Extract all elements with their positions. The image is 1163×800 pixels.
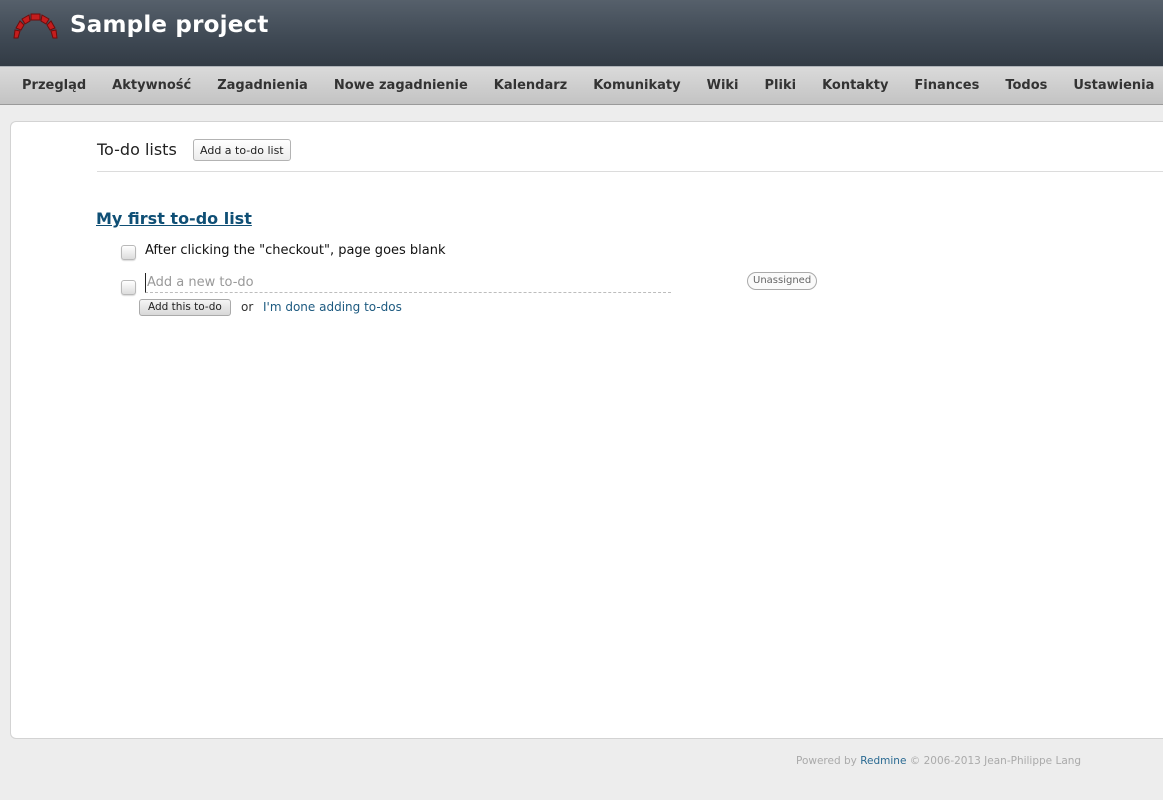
menu-item-new-issue[interactable]: Nowe zagadnienie: [321, 78, 481, 93]
page-heading: To-do lists Add a to-do list: [97, 139, 1163, 172]
todo-list-title[interactable]: My first to-do list: [96, 209, 252, 228]
menu-item-todos[interactable]: Todos: [992, 78, 1060, 93]
footer: Powered by Redmine © 2006-2013 Jean-Phil…: [796, 755, 1081, 767]
new-todo-input[interactable]: [145, 273, 671, 293]
add-todo-button[interactable]: Add this to-do: [139, 299, 231, 316]
menu-item-calendar[interactable]: Kalendarz: [481, 78, 580, 93]
menu-item-wiki[interactable]: Wiki: [694, 78, 752, 93]
redmine-logo-icon[interactable]: [12, 8, 60, 42]
menu-item-files[interactable]: Pliki: [752, 78, 810, 93]
add-todo-list-button[interactable]: Add a to-do list: [193, 139, 291, 161]
footer-copyright: © 2006-2013 Jean-Philippe Lang: [909, 755, 1082, 767]
footer-prefix: Powered by: [796, 755, 857, 767]
or-separator: or: [241, 300, 254, 314]
menu-item-settings[interactable]: Ustawienia: [1060, 78, 1163, 93]
menu-item-issues[interactable]: Zagadnienia: [204, 78, 321, 93]
new-todo-checkbox: [121, 280, 136, 295]
todo-item-checkbox[interactable]: [121, 245, 136, 260]
menu-item-news[interactable]: Komunikaty: [580, 78, 693, 93]
menu-item-overview[interactable]: Przegląd: [9, 78, 99, 93]
menu-item-finances[interactable]: Finances: [901, 78, 992, 93]
project-title[interactable]: Sample project: [70, 12, 269, 38]
assignee-badge[interactable]: Unassigned: [747, 272, 818, 290]
redmine-link[interactable]: Redmine: [860, 755, 906, 767]
page-title: To-do lists: [97, 140, 177, 159]
main-menu: Przegląd Aktywność Zagadnienia Nowe zaga…: [0, 66, 1163, 105]
menu-item-contacts[interactable]: Kontakty: [809, 78, 901, 93]
todo-item-text: After clicking the "checkout", page goes…: [145, 243, 446, 258]
top-header: Sample project: [0, 0, 1163, 66]
menu-item-activity[interactable]: Aktywność: [99, 78, 204, 93]
done-adding-link[interactable]: I'm done adding to-dos: [263, 300, 402, 314]
content-area: To-do lists Add a to-do list My first to…: [10, 121, 1163, 739]
